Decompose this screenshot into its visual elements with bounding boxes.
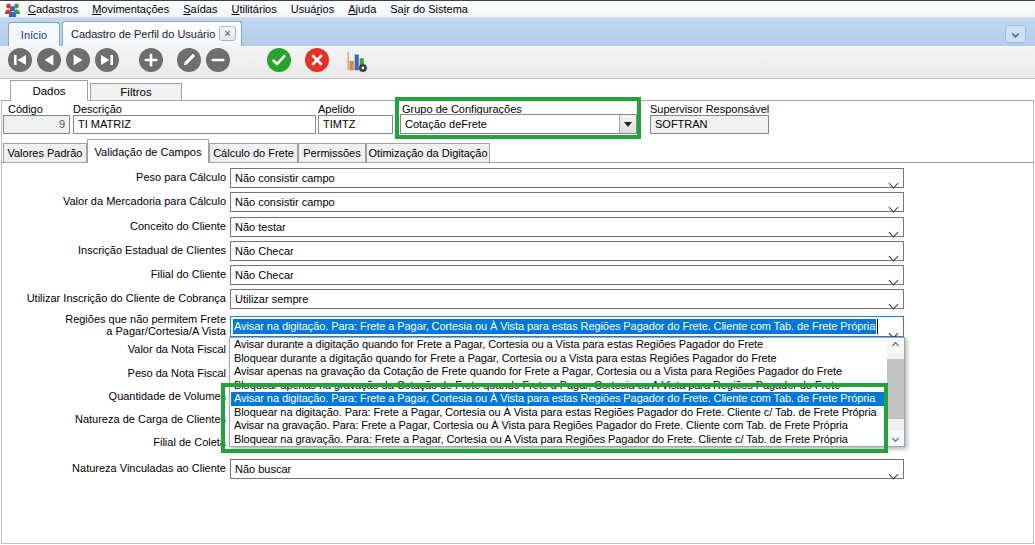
previous-record-icon — [37, 48, 61, 72]
first-record-icon — [8, 48, 32, 72]
select-value: Não testar — [235, 221, 286, 233]
natureza-vinculadas-select[interactable]: Não buscar — [230, 459, 904, 479]
utilizar-inscricao-label: Utilizar Inscrição do Cliente de Cobranç… — [0, 292, 226, 304]
tab-filtros[interactable]: Filtros — [90, 83, 182, 100]
previous-record-button[interactable] — [37, 48, 61, 72]
select-value: Não consistir campo — [235, 196, 335, 208]
menubar: Cadastros Movimentações Saídas Utilitári… — [0, 0, 1035, 18]
toolbar — [0, 46, 1035, 79]
conceito-cliente-label: Conceito do Cliente — [0, 220, 226, 232]
select-value: Não Checar — [235, 269, 294, 281]
select-value: Não buscar — [235, 463, 291, 475]
dropdown-option-3[interactable]: Avisar apenas na gravação da Cotação de … — [231, 365, 888, 379]
dropdown-option-1[interactable]: Avisar durante a digitação quando for Fr… — [231, 338, 888, 352]
tab-cadastro-label: Cadastro de Perfil do Usuário — [71, 28, 215, 40]
menu-item-saidas[interactable]: Saídas — [176, 3, 224, 15]
tab-calculo-do-frete[interactable]: Cálculo do Frete — [209, 143, 298, 162]
tab-validacao-de-campos[interactable]: Validação de Campos — [87, 139, 209, 163]
edit-icon — [177, 48, 201, 72]
tab-inicio[interactable]: Início — [8, 22, 60, 46]
tab-cadastro-perfil-usuario[interactable]: Cadastro de Perfil do Usuário × — [62, 21, 242, 46]
users-icon — [4, 2, 21, 17]
filial-cliente-label: Filial do Cliente — [0, 268, 226, 280]
regioes-combo-value: Avisar na digitação. Para: Frete a Pagar… — [233, 319, 876, 334]
tab-permissoes[interactable]: Permissões — [298, 143, 366, 162]
remove-button[interactable] — [206, 48, 230, 72]
menu-item-ajuda[interactable]: Ajuda — [341, 3, 383, 15]
apelido-field[interactable]: TIMTZ — [318, 115, 393, 134]
menu-item-cadastros[interactable]: Cadastros — [21, 3, 85, 15]
filial-coleta-label: Filial de Coleta — [0, 436, 226, 448]
last-record-icon — [95, 48, 119, 72]
tab-overflow-button[interactable] — [1005, 25, 1026, 43]
menu-item-movimentacoes[interactable]: Movimentações — [85, 3, 176, 15]
bar-chart-gear-icon — [344, 49, 368, 73]
last-record-button[interactable] — [95, 48, 119, 72]
natureza-vinculadas-label: Natureza Vinculadas ao Cliente — [0, 462, 226, 474]
dropdown-option-2[interactable]: Bloquear durante a digitação quando for … — [231, 352, 888, 366]
confirm-button[interactable] — [267, 48, 291, 72]
scrollbar-thumb[interactable] — [887, 359, 904, 419]
scroll-up-button[interactable] — [887, 338, 904, 353]
tab-valores-padrao[interactable]: Valores Padrão — [3, 143, 87, 162]
peso-nota-fiscal-label: Peso da Nota Fiscal — [0, 367, 226, 379]
next-record-icon — [66, 48, 90, 72]
supervisor-field: SOFTRAN — [650, 115, 769, 134]
cancel-icon — [305, 48, 329, 72]
peso-para-calculo-select[interactable]: Não consistir campo — [230, 168, 904, 188]
menu-item-sair-do-sistema[interactable]: Sair do Sistema — [383, 3, 475, 15]
conceito-cliente-select[interactable]: Não testar — [230, 217, 904, 237]
tab-otimizacao-da-digitacao[interactable]: Otimização da Digitação — [366, 143, 490, 162]
add-button[interactable] — [139, 48, 163, 72]
scroll-down-button[interactable] — [887, 431, 904, 446]
regioes-label-line1: Regiões que não permitem Frete — [0, 313, 226, 325]
peso-para-calculo-label: Peso para Cálculo — [0, 171, 226, 183]
tab-inicio-label: Início — [21, 29, 47, 41]
inscricao-estadual-select[interactable]: Não Checar — [230, 241, 904, 261]
scrollbar[interactable] — [887, 338, 904, 446]
confirm-icon — [267, 48, 291, 72]
add-icon — [139, 48, 163, 72]
descricao-field[interactable]: TI MATRIZ — [73, 115, 316, 134]
select-value: Não Checar — [235, 245, 294, 257]
codigo-field: 9 — [3, 115, 70, 134]
annotation-highlight-grupo — [395, 97, 641, 139]
regioes-combo[interactable]: Avisar na digitação. Para: Frete a Pagar… — [230, 316, 904, 337]
valor-mercadoria-select[interactable]: Não consistir campo — [230, 192, 904, 212]
first-record-button[interactable] — [8, 48, 32, 72]
close-icon[interactable]: × — [219, 26, 236, 41]
utilizar-inscricao-select[interactable]: Utilizar sempre — [230, 289, 904, 309]
inscricao-estadual-label: Inscrição Estadual de Clientes — [0, 244, 226, 256]
document-tab-bar: Início Cadastro de Perfil do Usuário × — [0, 18, 1035, 46]
next-record-button[interactable] — [66, 48, 90, 72]
select-value: Não consistir campo — [235, 172, 335, 184]
filial-cliente-select[interactable]: Não Checar — [230, 265, 904, 285]
remove-icon — [206, 48, 230, 72]
report-chart-button[interactable] — [344, 49, 368, 73]
cancel-button[interactable] — [305, 48, 329, 72]
edit-button[interactable] — [177, 48, 201, 72]
select-value: Utilizar sempre — [235, 293, 308, 305]
text-caret — [877, 319, 878, 334]
annotation-highlight-options — [221, 383, 888, 453]
natureza-carga-label: Natureza de Carga de Clientes — [0, 413, 226, 425]
menu-item-utilitarios[interactable]: Utilitários — [224, 3, 283, 15]
quantidade-volumes-label: Quantidade de Volumes — [0, 390, 226, 402]
valor-nota-fiscal-label: Valor da Nota Fiscal — [0, 343, 226, 355]
tab-dados[interactable]: Dados — [10, 80, 88, 101]
regioes-label-line2: a Pagar/Cortesia/A Vista — [0, 325, 226, 337]
menu-item-usuarios[interactable]: Usuários — [284, 3, 341, 15]
valor-mercadoria-label: Valor da Mercadoria para Cálculo — [0, 195, 226, 207]
